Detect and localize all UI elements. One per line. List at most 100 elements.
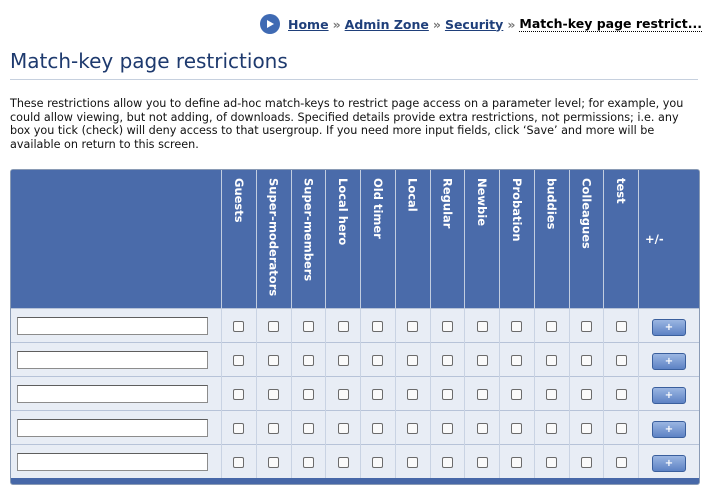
add-row-button[interactable]: +	[652, 455, 686, 472]
deny-checkbox-super-moderators[interactable]	[268, 457, 280, 468]
deny-checkbox-old-timer[interactable]	[372, 321, 384, 332]
deny-checkbox-regular[interactable]	[441, 457, 453, 468]
deny-checkbox-super-members[interactable]	[302, 355, 314, 366]
group-cell	[291, 444, 327, 478]
deny-checkbox-super-moderators[interactable]	[268, 389, 280, 400]
group-cell	[256, 308, 292, 343]
deny-checkbox-colleagues[interactable]	[580, 457, 592, 468]
deny-checkbox-local-hero[interactable]	[337, 423, 349, 434]
group-cell	[395, 308, 431, 343]
deny-checkbox-colleagues[interactable]	[580, 355, 592, 366]
deny-checkbox-newbie[interactable]	[476, 389, 488, 400]
deny-checkbox-test[interactable]	[615, 457, 627, 468]
breadcrumb-home-link[interactable]: Home	[288, 17, 329, 32]
deny-checkbox-guests[interactable]	[233, 321, 245, 332]
group-cell	[325, 308, 361, 343]
deny-checkbox-local-hero[interactable]	[337, 355, 349, 366]
header-group-local: Local	[395, 170, 431, 309]
match-key-input[interactable]	[17, 385, 208, 404]
deny-checkbox-guests[interactable]	[233, 355, 245, 366]
match-key-input[interactable]	[17, 351, 208, 370]
match-key-input[interactable]	[17, 453, 208, 472]
group-cell	[569, 444, 605, 478]
deny-checkbox-test[interactable]	[615, 321, 627, 332]
deny-checkbox-regular[interactable]	[441, 321, 453, 332]
group-cell	[534, 444, 570, 478]
add-row-button[interactable]: +	[652, 421, 686, 438]
deny-checkbox-buddies[interactable]	[546, 389, 558, 400]
group-cell	[499, 376, 535, 411]
deny-checkbox-old-timer[interactable]	[372, 355, 384, 366]
group-cell	[395, 444, 431, 478]
deny-checkbox-regular[interactable]	[441, 389, 453, 400]
match-key-input[interactable]	[17, 317, 208, 336]
deny-checkbox-local[interactable]	[407, 457, 419, 468]
group-cell	[325, 410, 361, 445]
match-key-cell	[11, 376, 222, 411]
deny-checkbox-super-members[interactable]	[302, 389, 314, 400]
breadcrumb-security-link[interactable]: Security	[445, 17, 503, 32]
deny-checkbox-test[interactable]	[615, 423, 627, 434]
deny-checkbox-probation[interactable]	[511, 457, 523, 468]
deny-checkbox-local-hero[interactable]	[337, 321, 349, 332]
deny-checkbox-guests[interactable]	[233, 423, 245, 434]
deny-checkbox-guests[interactable]	[233, 457, 245, 468]
deny-checkbox-colleagues[interactable]	[580, 423, 592, 434]
deny-checkbox-super-members[interactable]	[302, 457, 314, 468]
deny-checkbox-buddies[interactable]	[546, 457, 558, 468]
deny-checkbox-newbie[interactable]	[476, 423, 488, 434]
group-cell	[360, 342, 396, 377]
deny-checkbox-regular[interactable]	[441, 355, 453, 366]
deny-checkbox-probation[interactable]	[511, 321, 523, 332]
group-cell	[291, 342, 327, 377]
deny-checkbox-guests[interactable]	[233, 389, 245, 400]
add-row-button[interactable]: +	[652, 319, 686, 336]
deny-checkbox-super-members[interactable]	[302, 321, 314, 332]
deny-checkbox-buddies[interactable]	[546, 321, 558, 332]
deny-checkbox-local-hero[interactable]	[337, 457, 349, 468]
deny-checkbox-probation[interactable]	[511, 423, 523, 434]
deny-checkbox-super-moderators[interactable]	[268, 321, 280, 332]
deny-checkbox-probation[interactable]	[511, 355, 523, 366]
deny-checkbox-test[interactable]	[615, 355, 627, 366]
match-key-input[interactable]	[17, 419, 208, 438]
deny-checkbox-colleagues[interactable]	[580, 389, 592, 400]
deny-checkbox-old-timer[interactable]	[372, 457, 384, 468]
group-cell	[360, 410, 396, 445]
group-cell	[499, 444, 535, 478]
deny-checkbox-old-timer[interactable]	[372, 389, 384, 400]
breadcrumb-admin-zone-link[interactable]: Admin Zone	[345, 17, 429, 32]
header-add-remove: +/-	[638, 170, 699, 309]
deny-checkbox-buddies[interactable]	[546, 423, 558, 434]
deny-checkbox-newbie[interactable]	[476, 355, 488, 366]
group-cell	[325, 444, 361, 478]
deny-checkbox-probation[interactable]	[511, 389, 523, 400]
intro-text: These restrictions allow you to define a…	[10, 97, 684, 151]
deny-checkbox-local-hero[interactable]	[337, 389, 349, 400]
deny-checkbox-super-members[interactable]	[302, 423, 314, 434]
group-cell	[221, 308, 257, 343]
deny-checkbox-local[interactable]	[407, 423, 419, 434]
group-cell	[256, 342, 292, 377]
group-cell	[569, 410, 605, 445]
deny-checkbox-newbie[interactable]	[476, 457, 488, 468]
deny-checkbox-old-timer[interactable]	[372, 423, 384, 434]
group-cell	[360, 308, 396, 343]
group-cell	[499, 410, 535, 445]
deny-checkbox-local[interactable]	[407, 355, 419, 366]
deny-checkbox-super-moderators[interactable]	[268, 355, 280, 366]
group-cell	[603, 444, 639, 478]
deny-checkbox-buddies[interactable]	[546, 355, 558, 366]
deny-checkbox-local[interactable]	[407, 389, 419, 400]
header-match-key	[11, 170, 222, 309]
header-group-probation: Probation	[499, 170, 535, 309]
add-row-button[interactable]: +	[652, 353, 686, 370]
breadcrumb-separator: »	[332, 16, 341, 32]
deny-checkbox-colleagues[interactable]	[580, 321, 592, 332]
deny-checkbox-super-moderators[interactable]	[268, 423, 280, 434]
add-row-button[interactable]: +	[652, 387, 686, 404]
deny-checkbox-local[interactable]	[407, 321, 419, 332]
deny-checkbox-test[interactable]	[615, 389, 627, 400]
deny-checkbox-newbie[interactable]	[476, 321, 488, 332]
deny-checkbox-regular[interactable]	[441, 423, 453, 434]
